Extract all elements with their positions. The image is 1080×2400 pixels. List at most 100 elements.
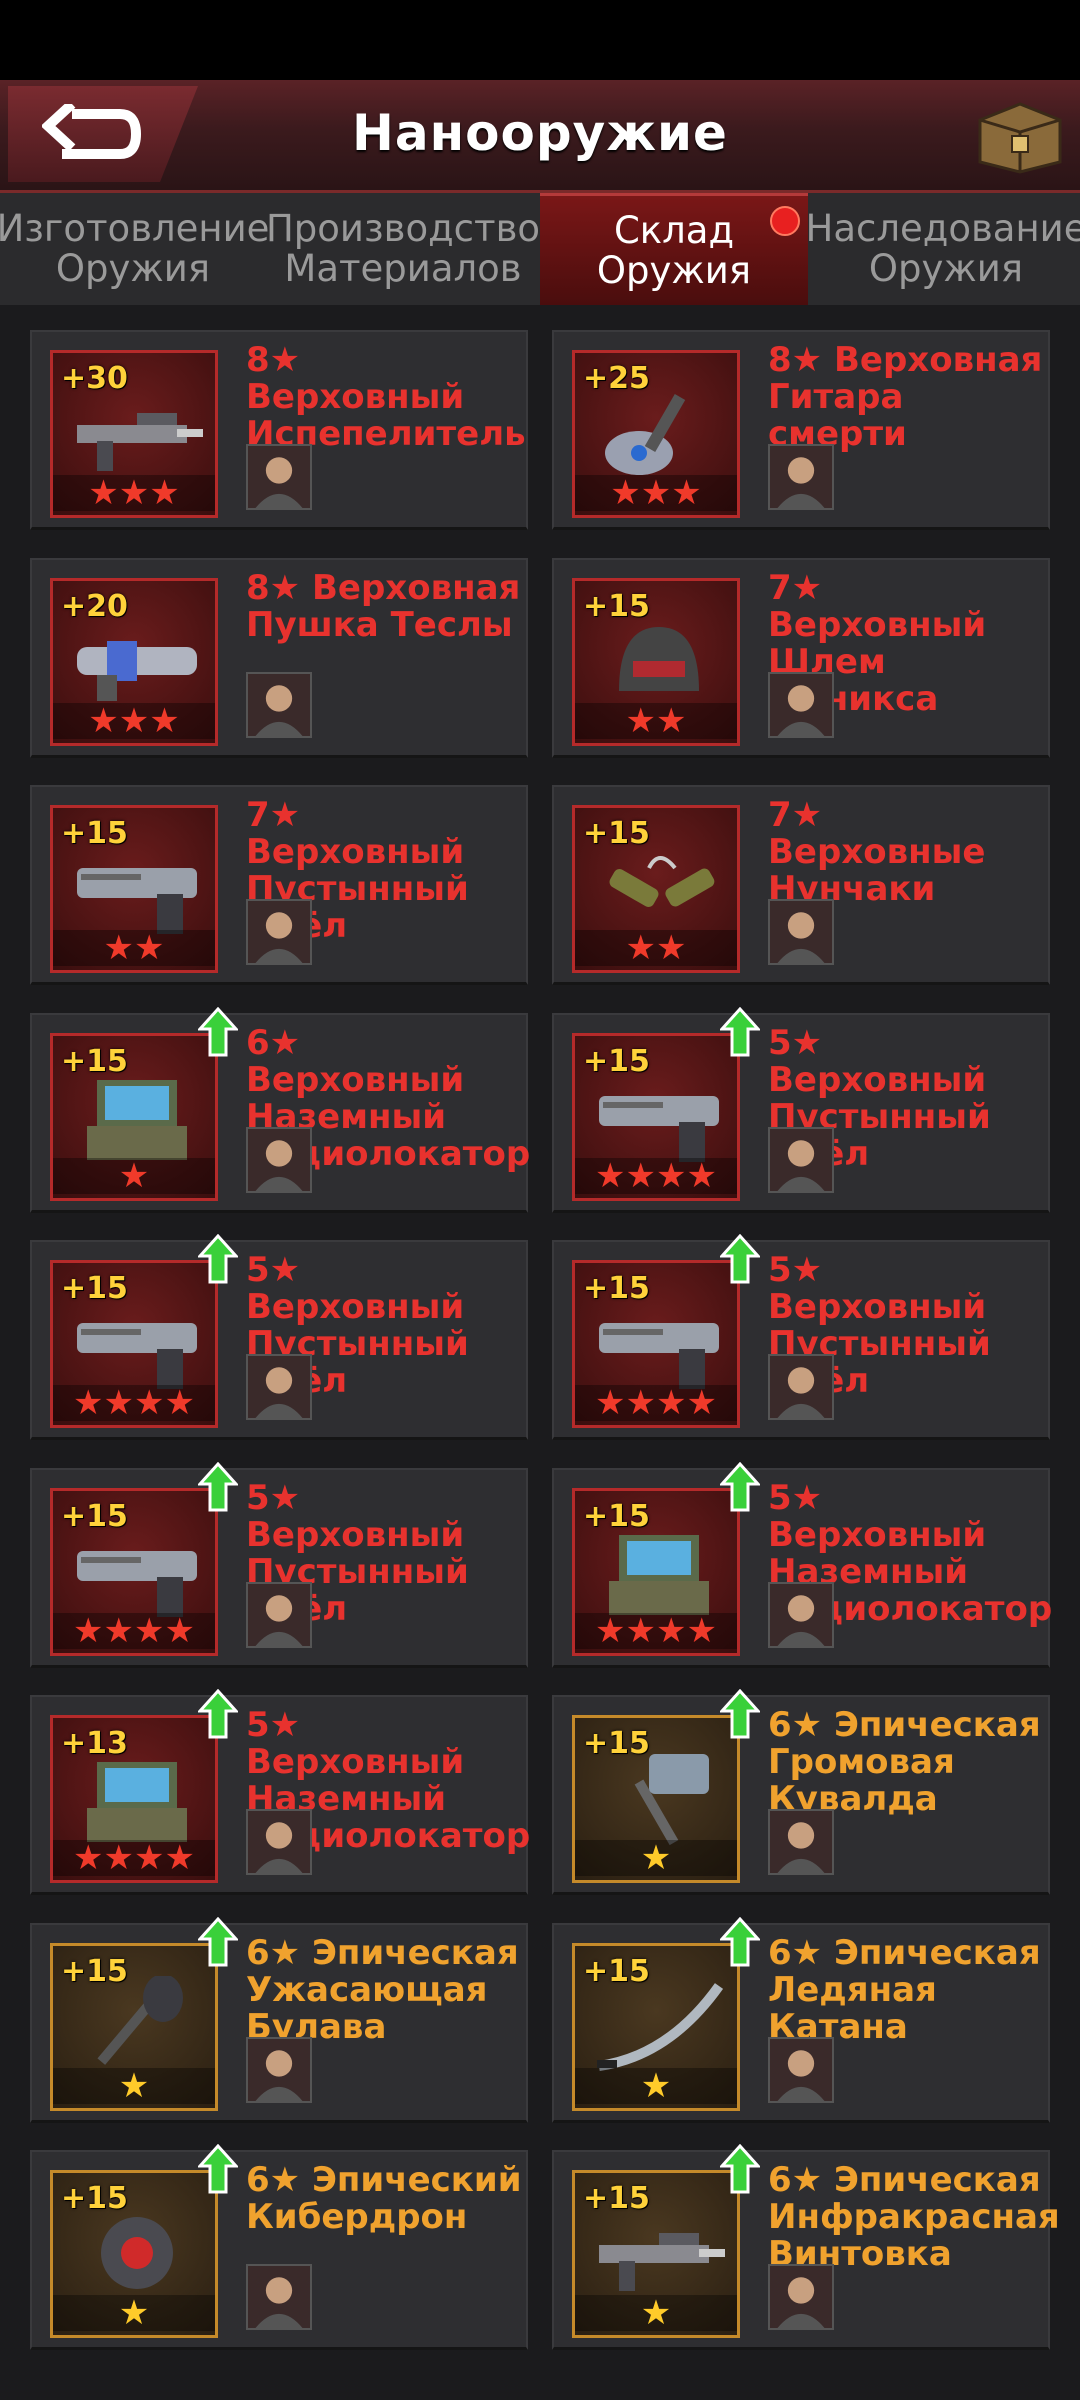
weapon-icon-box[interactable]: +15 ★★ — [572, 805, 740, 973]
hero-avatar[interactable] — [246, 671, 312, 738]
star-rating: ★ — [575, 2067, 737, 2104]
hero-avatar[interactable] — [246, 1809, 312, 1875]
tab-material-production[interactable]: Производство Материалов — [266, 193, 540, 305]
weapon-card[interactable]: +15 ★★ 7★ Верховный Шлем Феникса — [552, 557, 1050, 758]
weapon-card[interactable]: +13 ★★★★ 5★ Верховный Наземный Радиолокато… — [30, 1689, 530, 1895]
chest-icon[interactable] — [974, 92, 1066, 174]
hero-avatar[interactable] — [246, 1581, 312, 1648]
upgrade-arrow-icon — [198, 1461, 238, 1511]
tab-weapon-crafting[interactable]: Изготовление Оружия — [0, 193, 269, 305]
upgrade-arrow-icon — [198, 1689, 238, 1739]
pistol-icon — [77, 868, 197, 934]
tab-weapon-inheritance[interactable]: Наследование Оружия — [806, 193, 1080, 305]
star-rating: ★★★★ — [575, 1157, 737, 1194]
star-rating: ★ — [575, 1840, 737, 1876]
hero-avatar[interactable] — [246, 899, 312, 965]
hero-avatar[interactable] — [768, 2264, 834, 2330]
hero-avatar[interactable] — [768, 1126, 834, 1193]
weapon-name: 8★ Верховная Гитара смерти — [768, 340, 1043, 454]
weapon-icon-box[interactable]: +15 ★★★★ — [572, 1032, 740, 1201]
weapon-icon-box[interactable]: +15 ★★★★ — [572, 1260, 740, 1428]
hero-avatar[interactable] — [246, 444, 312, 510]
hero-avatar[interactable] — [768, 1354, 834, 1420]
enhance-level: +15 — [61, 2181, 128, 2216]
hero-avatar[interactable] — [768, 1809, 834, 1875]
tab-weapon-storage[interactable]: Склад Оружия — [540, 193, 808, 305]
weapon-card[interactable]: +15★★★★5★ Верховный Пустынный Орёл — [30, 1234, 528, 1440]
weapon-icon-box[interactable]: +30 ★★★ — [50, 350, 218, 518]
hammer-icon — [634, 1754, 709, 1846]
weapon-icon-box[interactable]: +15 ★ — [50, 1942, 218, 2111]
weapon-card[interactable]: +15★★★★5★ Верховный Пустынный Орёл — [552, 1234, 1050, 1440]
weapon-card[interactable]: +15 ★★ 7★ Верховные Нунчаки — [552, 785, 1050, 985]
pistol-icon — [77, 1323, 197, 1389]
star-rating: ★★ — [53, 930, 215, 966]
katana-icon — [597, 1982, 724, 2071]
upgrade-arrow-icon — [198, 2144, 238, 2194]
upgrade-arrow-icon — [720, 1234, 760, 1284]
weapon-icon-box[interactable]: +15 ★ — [572, 1942, 740, 2111]
hero-avatar[interactable] — [246, 1354, 312, 1420]
weapon-icon-box[interactable]: +13 ★★★★ — [50, 1715, 218, 1883]
star-rating: ★★★★ — [53, 1840, 215, 1876]
weapon-icon-box[interactable]: +15 ★ — [50, 2170, 218, 2338]
rifle-icon — [599, 2233, 725, 2291]
weapon-icon-box[interactable]: +15 ★★★★ — [50, 1260, 218, 1428]
radar-icon — [87, 1762, 187, 1842]
weapon-card[interactable]: +15 ★ 6★ Эпическая Ледяная Катана — [552, 1916, 1050, 2123]
hero-avatar[interactable] — [768, 1581, 834, 1648]
weapon-name: 8★ Верховная Пушка Теслы — [246, 567, 521, 645]
pistol-icon — [77, 1550, 197, 1617]
weapon-name: 7★ Верховные Нунчаки — [768, 795, 986, 909]
weapon-icon-box[interactable]: +15 ★ — [50, 1032, 218, 1201]
star-rating: ★★★ — [53, 702, 215, 739]
hero-avatar[interactable] — [246, 2264, 312, 2330]
drone-icon — [101, 2217, 173, 2289]
weapon-card[interactable]: +20 ★★★ 8★ Верховная Пушка Теслы — [30, 557, 528, 758]
page-title: Нанооружие — [352, 104, 728, 162]
weapon-icon-box[interactable]: +15 ★ — [572, 1715, 740, 1883]
weapon-icon-box[interactable]: +15 ★★★★ — [572, 1487, 740, 1656]
hero-avatar[interactable] — [768, 671, 834, 738]
weapon-card[interactable]: +25 ★★★ 8★ Верховная Гитара смерти — [552, 330, 1050, 530]
hero-avatar[interactable] — [768, 2036, 834, 2103]
enhance-level: +15 — [583, 816, 650, 851]
weapon-card[interactable]: +15 ★ 6★ Эпическая Инфракрасная Винтовка — [552, 2144, 1060, 2350]
weapon-card[interactable]: +15 ★ 6★ Эпическая Громовая Кувалда — [552, 1689, 1050, 1895]
weapon-card[interactable]: +15 ★ 6★ Верховный Наземный Радиолокатор — [30, 1006, 530, 1213]
weapon-name: 6★ Эпическая Инфракрасная Винтовка — [768, 2160, 1060, 2274]
notification-dot — [770, 206, 800, 236]
enhance-level: +15 — [583, 588, 650, 624]
star-rating: ★★★★ — [53, 1612, 215, 1649]
weapon-name: 6★ Эпическая Ужасающая Булава — [246, 1932, 519, 2047]
weapon-icon-box[interactable]: +15 ★★ — [572, 577, 740, 746]
weapon-card[interactable]: +15★★★★5★ Верховный Пустынный Орёл — [552, 1006, 1050, 1213]
weapon-card[interactable]: +15★★7★ Верховный Пустынный Орёл — [30, 785, 528, 985]
nunchaku-icon — [609, 856, 715, 907]
weapon-card[interactable]: +15★★★★5★ Верховный Пустынный Орёл — [30, 1461, 528, 1668]
enhance-level: +30 — [61, 361, 128, 396]
upgrade-arrow-icon — [720, 2144, 760, 2194]
enhance-level: +15 — [583, 1953, 650, 1989]
weapon-card[interactable]: +15 ★★★★ 5★ Верховный Наземный Радиолокато… — [552, 1461, 1052, 1668]
weapon-icon-box[interactable]: +20 ★★★ — [50, 577, 218, 746]
hero-avatar[interactable] — [768, 899, 834, 965]
hero-avatar[interactable] — [768, 444, 834, 510]
mace-icon — [97, 1975, 183, 2065]
star-rating: ★ — [53, 1157, 215, 1194]
weapon-icon-box[interactable]: +15 ★ — [572, 2170, 740, 2338]
weapon-card[interactable]: +15 ★ 6★ Эпический Кибердрон — [30, 2144, 528, 2350]
weapon-name: 8★ Верховный Испепелитель — [246, 340, 526, 454]
enhance-level: +15 — [583, 1726, 650, 1761]
weapon-icon-box[interactable]: +15 ★★ — [50, 805, 218, 973]
weapon-icon-box[interactable]: +15 ★★★★ — [50, 1487, 218, 1656]
enhance-level: +20 — [61, 588, 128, 624]
enhance-level: +15 — [61, 816, 128, 851]
weapon-card[interactable]: +30 ★★★ 8★ Верховный Испепелитель — [30, 330, 528, 530]
weapon-icon-box[interactable]: +25 ★★★ — [572, 350, 740, 518]
hero-avatar[interactable] — [246, 2036, 312, 2103]
hero-avatar[interactable] — [246, 1126, 312, 1193]
star-rating: ★★ — [575, 930, 737, 966]
enhance-level: +15 — [61, 1271, 128, 1306]
weapon-card[interactable]: +15 ★ 6★ Эпическая Ужасающая Булава — [30, 1916, 528, 2123]
